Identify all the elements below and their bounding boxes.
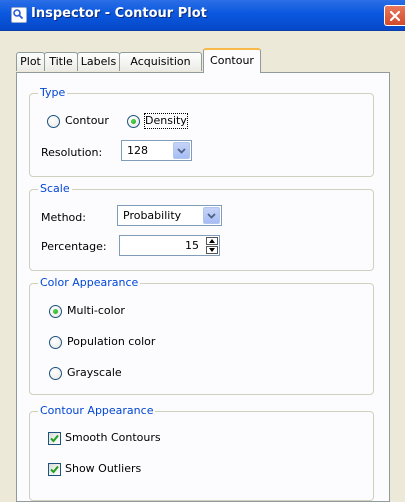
window-titlebar[interactable]: Inspector - Contour Plot xyxy=(0,0,405,31)
radio-grayscale-label[interactable]: Grayscale xyxy=(67,366,122,380)
show-outliers-label[interactable]: Show Outliers xyxy=(65,462,141,476)
radio-selected-dot xyxy=(131,119,136,124)
contour-appearance-group: Contour Appearance xyxy=(29,404,374,501)
radio-multi-color-label[interactable]: Multi-color xyxy=(67,304,125,318)
tab-labels[interactable]: Labels xyxy=(77,52,120,71)
resolution-dropdown-button[interactable] xyxy=(173,142,190,159)
type-group: Type xyxy=(29,86,374,177)
spin-up-button[interactable] xyxy=(206,237,218,245)
spin-down-button[interactable] xyxy=(206,246,218,254)
radio-grayscale[interactable] xyxy=(49,367,62,380)
radio-multi-color[interactable] xyxy=(49,305,62,318)
window-title: Inspector - Contour Plot xyxy=(31,6,207,21)
close-icon xyxy=(389,10,401,22)
smooth-contours-label[interactable]: Smooth Contours xyxy=(65,431,161,445)
chevron-down-icon xyxy=(177,148,186,154)
resolution-value: 128 xyxy=(127,144,148,157)
checkmark-icon xyxy=(50,434,59,443)
arrow-down-icon xyxy=(209,248,215,252)
smooth-contours-checkbox[interactable] xyxy=(48,432,61,445)
spinner-buttons xyxy=(206,237,218,254)
radio-contour-label[interactable]: Contour xyxy=(65,114,109,128)
scale-group: Scale xyxy=(29,182,374,271)
method-value: Probability xyxy=(123,209,182,222)
close-button[interactable] xyxy=(384,5,405,26)
radio-selected-dot xyxy=(53,309,58,314)
tab-title[interactable]: Title xyxy=(44,52,78,71)
contour-appearance-legend: Contour Appearance xyxy=(38,404,156,418)
radio-population-color-label[interactable]: Population color xyxy=(67,335,155,349)
tab-contour[interactable]: Contour xyxy=(203,48,261,73)
radio-contour[interactable] xyxy=(47,115,60,128)
method-label: Method: xyxy=(41,211,86,224)
resolution-label: Resolution: xyxy=(41,146,103,159)
method-select[interactable]: Probability xyxy=(117,205,222,226)
radio-density[interactable] xyxy=(127,115,140,128)
scale-group-legend: Scale xyxy=(38,182,72,196)
radio-density-label[interactable]: Density xyxy=(144,113,188,129)
tab-acquisition[interactable]: Acquisition xyxy=(119,52,202,71)
chevron-down-icon xyxy=(207,213,216,219)
type-group-legend: Type xyxy=(38,86,68,100)
color-appearance-legend: Color Appearance xyxy=(38,276,141,290)
tab-plot[interactable]: Plot xyxy=(16,52,45,71)
radio-population-color[interactable] xyxy=(49,336,62,349)
show-outliers-checkbox[interactable] xyxy=(48,463,61,476)
checkmark-icon xyxy=(50,465,59,474)
arrow-up-icon xyxy=(209,239,215,243)
percentage-spinner[interactable]: 15 xyxy=(119,235,220,256)
resolution-select[interactable]: 128 xyxy=(121,140,192,161)
method-dropdown-button[interactable] xyxy=(203,207,220,224)
percentage-value: 15 xyxy=(185,239,199,252)
inspector-icon xyxy=(11,7,27,23)
percentage-label: Percentage: xyxy=(41,240,107,253)
